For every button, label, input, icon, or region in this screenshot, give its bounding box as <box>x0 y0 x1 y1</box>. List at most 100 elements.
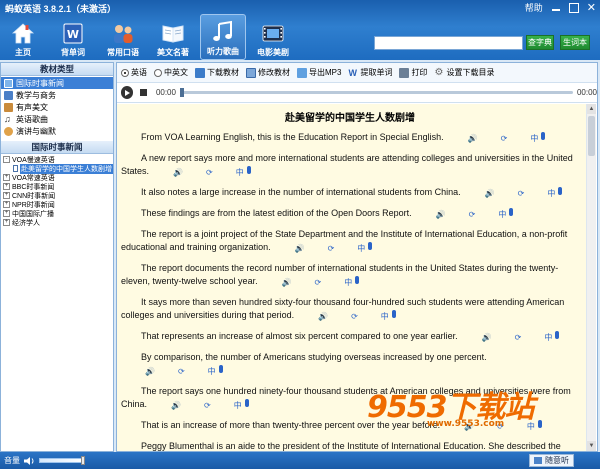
paragraph-text: From VOA Learning English, this is the E… <box>141 132 444 142</box>
microphone-icon[interactable] <box>558 187 563 195</box>
vocab-book-button[interactable]: 生词本 <box>560 35 590 50</box>
vertical-scrollbar[interactable]: ▲ ▼ <box>586 104 596 451</box>
category-item-news[interactable]: 国际时事新闻 <box>1 77 113 89</box>
download-label: 下载教材 <box>207 68 239 77</box>
toolbar-home-button[interactable]: 主页 <box>0 14 46 60</box>
progress-track[interactable] <box>179 88 573 97</box>
speaker-icon[interactable]: 🔊 <box>416 208 446 221</box>
microphone-icon[interactable] <box>368 242 373 250</box>
random-listen-label: 随意听 <box>545 456 569 465</box>
repeat-icon[interactable]: ⟳ <box>184 399 211 412</box>
expand-icon[interactable]: + <box>3 201 10 208</box>
speaker-icon[interactable]: 🔊 <box>153 166 183 179</box>
play-icon[interactable] <box>121 86 134 99</box>
speaker-icon[interactable]: 🔊 <box>262 276 292 289</box>
radio-bilingual[interactable]: 中英文 <box>154 67 188 78</box>
microphone-icon[interactable] <box>391 310 396 318</box>
translate-button[interactable]: 中 <box>214 399 242 412</box>
translate-button[interactable]: 中 <box>507 420 535 433</box>
expand-icon[interactable]: + <box>3 183 10 190</box>
translate-button[interactable]: 中 <box>478 208 506 221</box>
speaker-icon[interactable]: 🔊 <box>448 132 478 145</box>
expand-icon[interactable]: + <box>3 174 10 181</box>
toolbar-classics-button[interactable]: 美文名著 <box>150 14 196 60</box>
translate-button[interactable]: 中 <box>324 276 352 289</box>
settings-download-dir-button[interactable]: ⚙ 设置下载目录 <box>434 67 494 78</box>
progress-thumb[interactable] <box>179 88 184 97</box>
dictionary-button[interactable]: 查字典 <box>526 35 554 50</box>
volume-slider[interactable] <box>39 458 85 463</box>
microphone-icon[interactable] <box>355 276 360 284</box>
repeat-icon[interactable]: ⟳ <box>477 420 504 433</box>
microphone-icon[interactable] <box>509 208 514 216</box>
repeat-icon[interactable]: ⟳ <box>498 187 525 200</box>
translate-button[interactable]: 中 <box>527 187 555 200</box>
volume-slider-thumb[interactable] <box>81 456 85 465</box>
repeat-icon[interactable]: ⟳ <box>449 208 476 221</box>
microphone-icon[interactable] <box>555 331 560 339</box>
toolbar-movies-button[interactable]: 电影美剧 <box>250 14 296 60</box>
expand-icon[interactable]: + <box>3 219 10 226</box>
translate-button[interactable]: 中 <box>510 132 538 145</box>
minimize-icon[interactable] <box>551 3 561 13</box>
translate-button[interactable]: 中 <box>216 166 244 179</box>
maximize-icon[interactable] <box>568 2 579 13</box>
scroll-up-icon[interactable]: ▲ <box>587 104 596 114</box>
repeat-icon[interactable]: ⟳ <box>295 276 322 289</box>
collapse-icon[interactable]: - <box>3 156 10 163</box>
toolbar-spoken-button[interactable]: 常用口语 <box>100 14 146 60</box>
category-item-audio-essays[interactable]: 有声美文 <box>1 101 113 113</box>
translate-button[interactable]: 中 <box>361 310 389 323</box>
microphone-icon[interactable] <box>246 166 251 174</box>
download-material-button[interactable]: 下载教材 <box>195 67 239 78</box>
speaker-icon[interactable] <box>24 456 36 465</box>
close-icon[interactable]: ✕ <box>587 2 596 13</box>
translate-button[interactable]: 中 <box>337 242 365 255</box>
microphone-icon[interactable] <box>244 399 249 407</box>
extract-words-button[interactable]: W 提取单词 <box>348 67 392 78</box>
export-mp3-button[interactable]: 导出MP3 <box>297 67 341 78</box>
radio-english[interactable]: 英语 <box>121 67 147 78</box>
category-label: 英语歌曲 <box>16 114 48 124</box>
print-button[interactable]: 打印 <box>399 67 427 78</box>
repeat-icon[interactable]: ⟳ <box>495 331 522 344</box>
microphone-icon[interactable] <box>541 132 546 140</box>
random-listen-button[interactable]: 随意听 <box>529 454 574 467</box>
search-input[interactable] <box>374 36 523 50</box>
translate-button[interactable]: 中 <box>188 365 216 378</box>
category-item-business[interactable]: 教学与商务 <box>1 89 113 101</box>
stop-icon[interactable] <box>137 86 149 99</box>
speaker-icon[interactable]: 🔊 <box>125 365 155 378</box>
expand-icon[interactable]: + <box>3 192 10 199</box>
speaker-icon[interactable]: 🔊 <box>298 310 328 323</box>
article-paragraph: The report is a joint project of the Sta… <box>121 228 579 255</box>
microphone-icon[interactable] <box>218 365 223 373</box>
help-link[interactable]: 帮助 <box>525 1 543 14</box>
repeat-icon[interactable]: ⟳ <box>186 166 213 179</box>
tree-node-economist[interactable]: + 经济学人 <box>1 218 113 227</box>
export-icon <box>297 67 307 78</box>
toolbar-words-button[interactable]: W 背单词 <box>50 14 96 60</box>
article-paragraphs: From VOA Learning English, this is the E… <box>121 131 579 451</box>
speaker-icon[interactable]: 🔊 <box>465 187 495 200</box>
repeat-icon[interactable]: ⟳ <box>308 242 335 255</box>
scroll-thumb[interactable] <box>588 116 595 156</box>
toolbar-listening-button[interactable]: 听力歌曲 <box>200 14 246 60</box>
speaker-icon[interactable]: 🔊 <box>462 331 492 344</box>
speaker-icon[interactable]: 🔊 <box>444 420 474 433</box>
speaker-icon[interactable]: 🔊 <box>151 399 181 412</box>
category-item-speech[interactable]: 演讲与幽默 <box>1 125 113 137</box>
volume-label: 音量 <box>4 456 20 465</box>
microphone-icon[interactable] <box>537 420 542 428</box>
scroll-down-icon[interactable]: ▼ <box>587 441 596 451</box>
repeat-icon[interactable]: ⟳ <box>158 365 185 378</box>
repeat-icon[interactable]: ⟳ <box>481 132 508 145</box>
repeat-icon[interactable]: ⟳ <box>331 310 358 323</box>
category-item-songs[interactable]: ♫ 英语歌曲 <box>1 113 113 125</box>
category-label: 演讲与幽默 <box>16 126 56 136</box>
settings-label: 设置下载目录 <box>446 68 495 77</box>
expand-icon[interactable]: + <box>3 210 10 217</box>
speaker-icon[interactable]: 🔊 <box>275 242 305 255</box>
translate-button[interactable]: 中 <box>524 331 552 344</box>
edit-material-button[interactable]: 修改教材 <box>246 67 290 78</box>
